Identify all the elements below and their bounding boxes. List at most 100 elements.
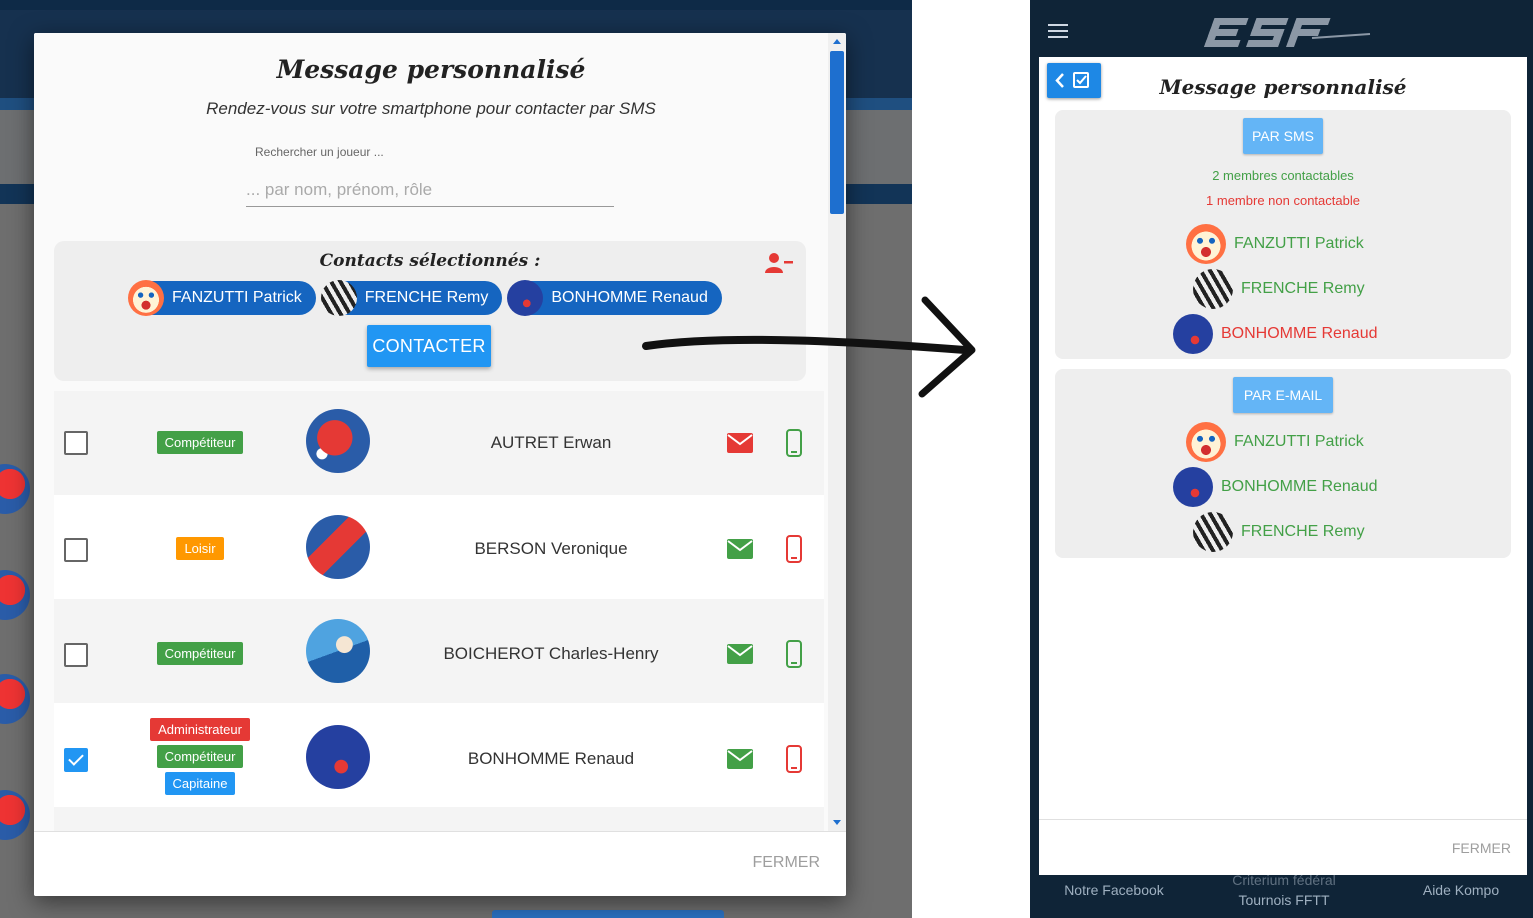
mail-icon[interactable] <box>727 749 753 769</box>
player-name: BERSON Veronique <box>474 539 628 558</box>
arrow-right-icon <box>642 296 976 398</box>
player-avatar <box>306 409 370 473</box>
clown-avatar-icon <box>1186 422 1226 462</box>
chip-label: FANZUTTI Patrick <box>172 289 302 306</box>
desktop-topbar <box>0 0 912 10</box>
contact-button[interactable]: CONTACTER <box>367 325 491 367</box>
phone-icon[interactable] <box>786 745 802 773</box>
player-name: BONHOMME Renaud <box>467 749 635 768</box>
player-name: BOICHEROT Charles-Henry <box>443 644 659 663</box>
selected-chip[interactable]: FRENCHE Remy <box>320 280 503 316</box>
role-badge: Compétiteur <box>156 431 244 454</box>
sms-member: FRENCHE Remy <box>1193 269 1365 309</box>
email-member: FANZUTTI Patrick <box>1186 422 1364 462</box>
pingpong-logo-avatar-icon <box>1173 314 1213 354</box>
role-badge: Administrateur <box>150 718 250 741</box>
scroll-up-icon[interactable] <box>833 39 841 44</box>
selected-chip[interactable]: FANZUTTI Patrick <box>128 280 316 316</box>
phone-icon[interactable] <box>786 535 802 563</box>
background-avatar <box>0 790 30 840</box>
phone-icon[interactable] <box>786 640 802 668</box>
club-logo-icon <box>1203 18 1371 47</box>
close-button[interactable]: FERMER <box>752 854 820 872</box>
role-badges: Administrateur Compétiteur Capitaine <box>144 718 256 795</box>
pingpong-logo-avatar-icon <box>1173 467 1213 507</box>
role-badges: Loisir <box>144 537 256 560</box>
zebra-avatar-icon <box>1193 512 1233 552</box>
chip-label: FRENCHE Remy <box>364 289 489 306</box>
sms-contactable-count: 2 membres contactables <box>1212 168 1354 183</box>
sms-panel: PAR SMS 2 membres contactables 1 membre … <box>1055 110 1511 359</box>
member-name: FANZUTTI Patrick <box>1234 433 1364 450</box>
desktop-message-modal: Message personnalisé Rendez-vous sur vot… <box>34 33 846 896</box>
sms-button[interactable]: PAR SMS <box>1243 118 1323 154</box>
footer-link-help[interactable]: Aide Kompo <box>1406 882 1516 898</box>
member-name: FANZUTTI Patrick <box>1234 235 1364 252</box>
selected-contacts-title: Contacts sélectionnés : <box>319 251 541 271</box>
mobile-app-background: Message personnalisé PAR SMS 2 membres c… <box>1030 0 1533 918</box>
table-row: Loisir BERSON Veronique <box>54 495 824 599</box>
background-avatar <box>0 570 30 620</box>
screenshot-stage: Message personnalisé Rendez-vous sur vot… <box>0 0 1533 918</box>
email-panel: PAR E-MAIL FANZUTTI Patrick BONHOMME Ren… <box>1055 369 1511 558</box>
sms-not-contactable-count: 1 membre non contactable <box>1206 193 1360 208</box>
mail-icon[interactable] <box>727 433 753 453</box>
vertical-scrollbar[interactable] <box>828 33 846 831</box>
table-row: Compétiteur BOICHEROT Charles-Henry <box>54 599 824 703</box>
clown-avatar-icon <box>1186 224 1226 264</box>
role-badge: Compétiteur <box>156 642 244 665</box>
email-member: FRENCHE Remy <box>1193 512 1365 552</box>
search-input[interactable] <box>246 173 614 207</box>
background-avatar <box>0 464 30 514</box>
zebra-avatar-icon <box>1193 269 1233 309</box>
modal-subtitle: Rendez-vous sur votre smartphone pour co… <box>206 99 656 118</box>
player-avatar <box>306 725 370 789</box>
footer-link-criterium[interactable]: Criterium fédéral <box>1214 872 1354 888</box>
role-badge: Compétiteur <box>156 745 244 768</box>
email-member: BONHOMME Renaud <box>1173 467 1378 507</box>
clown-avatar-icon <box>128 280 164 316</box>
member-name: BONHOMME Renaud <box>1221 325 1378 342</box>
scrollbar-thumb[interactable] <box>830 51 844 214</box>
search-label: Rechercher un joueur ... <box>255 145 384 159</box>
player-avatar <box>306 515 370 579</box>
mail-icon[interactable] <box>727 539 753 559</box>
background-avatar <box>0 674 30 724</box>
member-name: BONHOMME Renaud <box>1221 478 1378 495</box>
table-row <box>54 807 824 831</box>
desktop-modal-scroll-area[interactable]: Message personnalisé Rendez-vous sur vot… <box>34 33 828 831</box>
modal-title: Message personnalisé <box>276 55 586 84</box>
row-checkbox[interactable] <box>64 643 88 667</box>
role-badge: Loisir <box>176 537 224 560</box>
background-button <box>492 910 724 918</box>
member-name: FRENCHE Remy <box>1241 280 1365 297</box>
member-name: FRENCHE Remy <box>1241 523 1365 540</box>
modal-footer: FERMER <box>34 831 846 896</box>
phone-icon[interactable] <box>786 429 802 457</box>
role-badges: Compétiteur <box>144 642 256 665</box>
mail-icon[interactable] <box>727 644 753 664</box>
row-checkbox[interactable] <box>64 538 88 562</box>
menu-icon[interactable] <box>1048 24 1068 40</box>
pingpong-logo-avatar-icon <box>507 280 544 316</box>
footer-link-tournois[interactable]: Tournois FFTT <box>1214 892 1354 908</box>
row-checkbox[interactable] <box>64 748 88 772</box>
mobile-message-modal: Message personnalisé PAR SMS 2 membres c… <box>1039 57 1527 875</box>
modal-footer: FERMER <box>1039 819 1527 875</box>
player-name: AUTRET Erwan <box>490 433 612 452</box>
role-badge: Capitaine <box>164 772 236 795</box>
user-minus-icon[interactable] <box>765 251 793 275</box>
sms-member: BONHOMME Renaud <box>1173 314 1378 354</box>
player-avatar <box>306 619 370 683</box>
zebra-avatar-icon <box>320 280 357 316</box>
table-row: Administrateur Compétiteur Capitaine BON… <box>54 703 824 807</box>
email-button[interactable]: PAR E-MAIL <box>1233 377 1333 413</box>
row-checkbox[interactable] <box>64 431 88 455</box>
selected-chips: FANZUTTI Patrick FRENCHE Remy BONHOMME R… <box>128 280 722 316</box>
sms-member: FANZUTTI Patrick <box>1186 224 1364 264</box>
close-button[interactable]: FERMER <box>1452 840 1511 856</box>
modal-title: Message personnalisé <box>1159 75 1407 99</box>
scroll-down-icon[interactable] <box>833 820 841 825</box>
footer-link-facebook[interactable]: Notre Facebook <box>1054 882 1174 898</box>
role-badges: Compétiteur <box>144 431 256 454</box>
